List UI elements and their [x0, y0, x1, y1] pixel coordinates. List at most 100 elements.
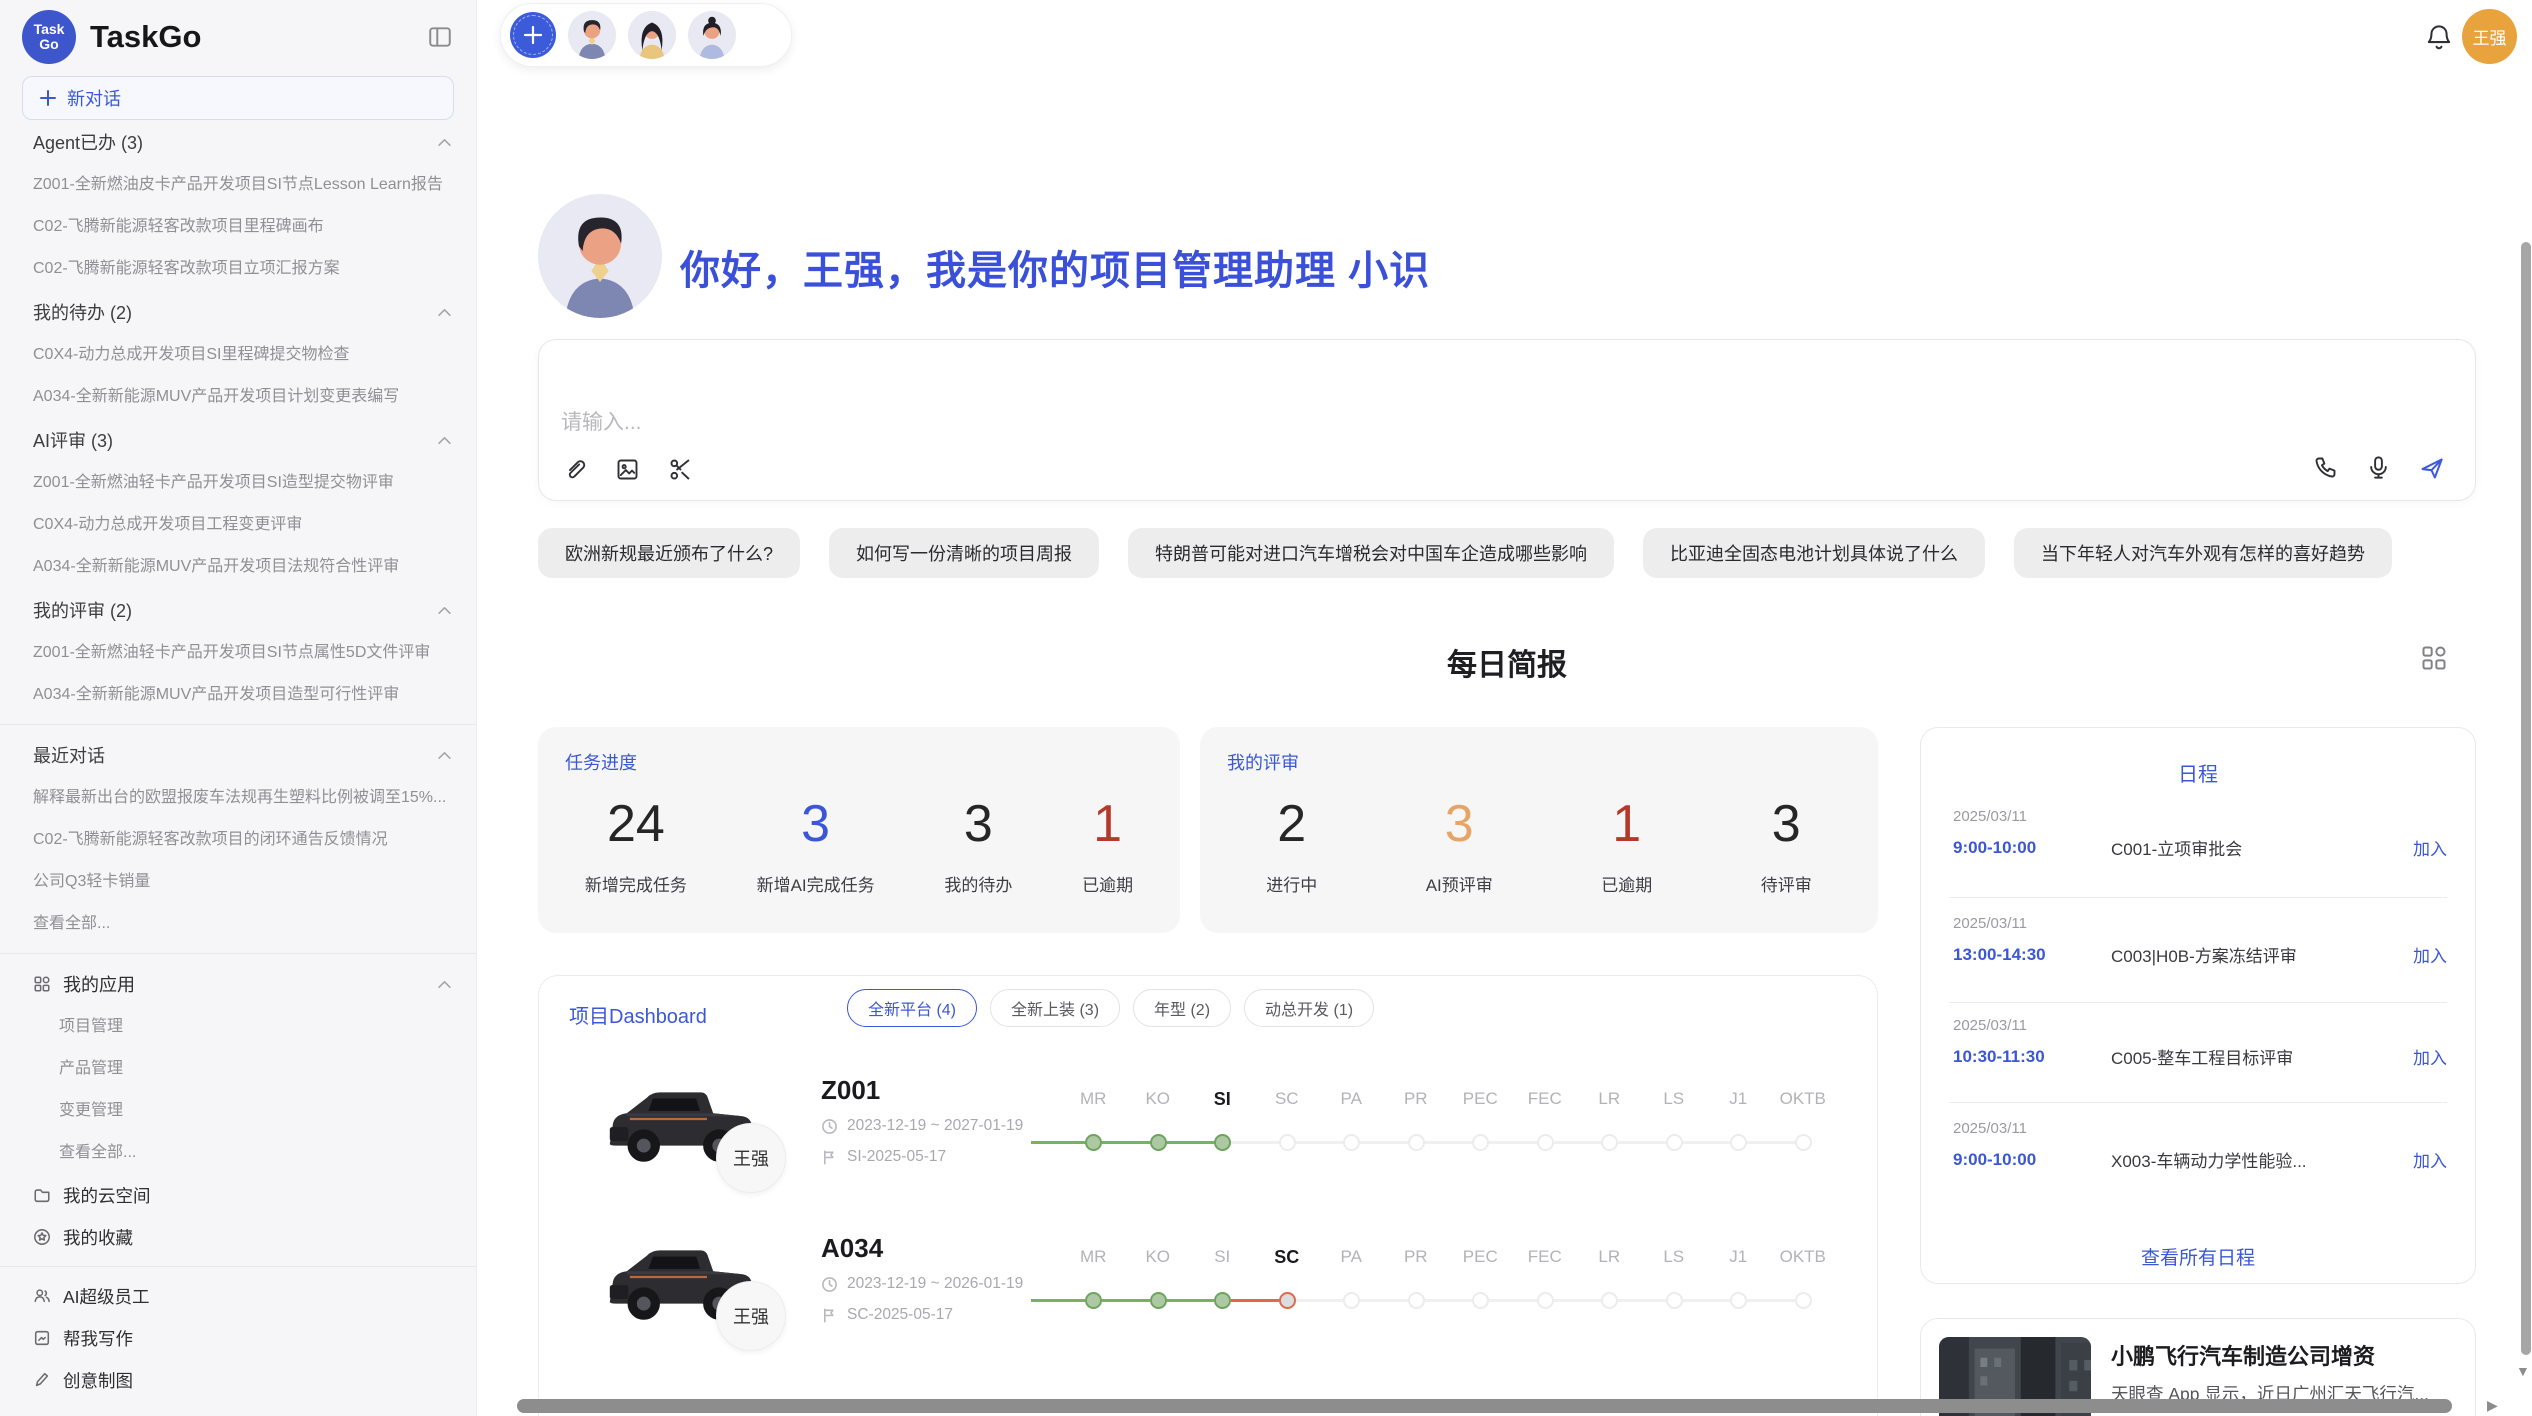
- stat-value: 2: [1277, 793, 1306, 855]
- sidebar-item-product-mgmt[interactable]: 产品管理: [0, 1048, 476, 1090]
- flag-icon: [821, 1149, 838, 1166]
- schedule-entry[interactable]: 2025/03/11 9:00-10:00 X003-车辆动力学性能验... 加…: [1953, 1120, 2447, 1172]
- list-item[interactable]: C02-飞腾新能源轻客改款项目立项汇报方案: [0, 248, 476, 290]
- sidebar-item-creative-drawing[interactable]: 创意制图: [0, 1359, 476, 1401]
- view-all-schedule-link[interactable]: 查看所有日程: [1921, 1243, 2475, 1270]
- milestone-label: FEC: [1513, 1247, 1578, 1268]
- milestone-line: [1747, 1141, 1795, 1144]
- milestone-dot: [1214, 1292, 1231, 1309]
- stat-value: 3: [1445, 793, 1474, 855]
- vertical-scrollbar[interactable]: [2521, 242, 2531, 1355]
- list-item[interactable]: C02-飞腾新能源轻客改款项目里程碑画布: [0, 206, 476, 248]
- join-meeting-link[interactable]: 加入: [2413, 1044, 2447, 1069]
- new-chat-button[interactable]: 新对话: [22, 76, 454, 120]
- project-row[interactable]: 王强 Z001 2023-12-19 ~ 2027-01-19 SI-2025-…: [539, 1067, 1877, 1225]
- suggestion-chip[interactable]: 比亚迪全固态电池计划具体说了什么: [1643, 528, 1985, 578]
- project-row[interactable]: 王强 A034 2023-12-19 ~ 2026-01-19 SC-2025-…: [539, 1225, 1877, 1383]
- schedule-entry[interactable]: 2025/03/11 13:00-14:30 C003|H0B-方案冻结评审 加…: [1953, 915, 2447, 967]
- add-agent-button[interactable]: [510, 12, 556, 58]
- attachment-button[interactable]: [561, 456, 588, 483]
- view-all-link[interactable]: 查看全部...: [0, 1132, 476, 1174]
- join-meeting-link[interactable]: 加入: [2413, 942, 2447, 967]
- scroll-down-arrow-icon[interactable]: ▼: [2516, 1363, 2530, 1379]
- user-avatar[interactable]: 王强: [2462, 9, 2517, 64]
- notification-bell-button[interactable]: [2424, 22, 2456, 56]
- sidebar-item-label: 创意制图: [63, 1368, 133, 1393]
- tab-model-year[interactable]: 年型 (2): [1133, 989, 1231, 1027]
- chat-input[interactable]: [561, 406, 2061, 446]
- list-item[interactable]: C0X4-动力总成开发项目工程变更评审: [0, 504, 476, 546]
- milestone-dot: [1085, 1292, 1102, 1309]
- sidebar-item-ai-super-staff[interactable]: AI超级员工: [0, 1275, 476, 1317]
- join-meeting-link[interactable]: 加入: [2413, 835, 2447, 860]
- section-header-my-review[interactable]: 我的评审 (2): [0, 588, 476, 632]
- section-header-ai-review[interactable]: AI评审 (3): [0, 418, 476, 462]
- briefing-layout-button[interactable]: [2420, 644, 2448, 672]
- agent-avatar-2[interactable]: [628, 11, 676, 59]
- sidebar-collapse-button[interactable]: [424, 21, 456, 53]
- project-code: Z001: [821, 1075, 880, 1106]
- divider: [0, 1266, 476, 1267]
- list-item[interactable]: A034-全新新能源MUV产品开发项目造型可行性评审: [0, 674, 476, 716]
- sidebar-item-label: 我的收藏: [63, 1225, 133, 1250]
- list-item[interactable]: Z001-全新燃油轻卡产品开发项目SI节点属性5D文件评审: [0, 632, 476, 674]
- sidebar-item-my-apps[interactable]: 我的应用: [0, 962, 476, 1006]
- tab-new-body[interactable]: 全新上装 (3): [990, 989, 1120, 1027]
- sidebar-item-favorites[interactable]: 我的收藏: [0, 1216, 476, 1258]
- sidebar-item-label: 帮我写作: [63, 1326, 133, 1351]
- microphone-button[interactable]: [2365, 454, 2392, 481]
- bell-icon: [2424, 22, 2454, 54]
- horizontal-scrollbar[interactable]: [517, 1399, 2452, 1413]
- milestone-dot: [1730, 1292, 1747, 1309]
- voice-call-button[interactable]: [2312, 454, 2339, 481]
- divider: [1949, 1102, 2447, 1103]
- tab-new-platform[interactable]: 全新平台 (4): [847, 989, 977, 1027]
- chevron-up-icon: [437, 138, 452, 147]
- project-date-range: 2023-12-19 ~ 2026-01-19: [821, 1275, 1023, 1293]
- image-icon: [614, 456, 641, 483]
- milestone-dot: [1343, 1134, 1360, 1151]
- agent-avatar-1[interactable]: [568, 11, 616, 59]
- stat-value: 3: [964, 793, 993, 855]
- flag-icon: [821, 1307, 838, 1324]
- screenshot-button[interactable]: [667, 456, 694, 483]
- suggestion-chip[interactable]: 欧洲新规最近颁布了什么?: [538, 528, 800, 578]
- section-header-agent-done[interactable]: Agent已办 (3): [0, 120, 476, 164]
- tab-powertrain-dev[interactable]: 动总开发 (1): [1244, 989, 1374, 1027]
- milestone-dot: [1408, 1134, 1425, 1151]
- composer-attachments: [561, 456, 694, 483]
- schedule-entry[interactable]: 2025/03/11 9:00-10:00 C001-立项审批会 加入: [1953, 808, 2447, 860]
- milestone-dot: [1795, 1134, 1812, 1151]
- image-upload-button[interactable]: [614, 456, 641, 483]
- send-button[interactable]: [2418, 454, 2445, 481]
- section-header-recent-chats[interactable]: 最近对话: [0, 733, 476, 777]
- list-item[interactable]: C02-飞腾新能源轻客改款项目的闭环通告反馈情况: [0, 819, 476, 861]
- suggestion-chip[interactable]: 当下年轻人对汽车外观有怎样的喜好趋势: [2014, 528, 2392, 578]
- list-item[interactable]: C0X4-动力总成开发项目SI里程碑提交物检查: [0, 334, 476, 376]
- agent-switcher-pill: [500, 3, 792, 67]
- join-meeting-link[interactable]: 加入: [2413, 1147, 2447, 1172]
- agent-avatar-3[interactable]: [688, 11, 736, 59]
- section-header-my-todo[interactable]: 我的待办 (2): [0, 290, 476, 334]
- list-item[interactable]: Z001-全新燃油轻卡产品开发项目SI造型提交物评审: [0, 462, 476, 504]
- section-title: Agent已办 (3): [33, 129, 437, 155]
- sidebar-item-project-mgmt[interactable]: 项目管理: [0, 1006, 476, 1048]
- scroll-right-arrow-icon[interactable]: ▶: [2487, 1397, 2498, 1414]
- milestone-dot: [1343, 1292, 1360, 1309]
- suggestion-chip[interactable]: 如何写一份清晰的项目周报: [829, 528, 1099, 578]
- sidebar-item-help-me-write[interactable]: 帮我写作: [0, 1317, 476, 1359]
- list-item[interactable]: A034-全新新能源MUV产品开发项目计划变更表编写: [0, 376, 476, 418]
- suggestion-chip[interactable]: 特朗普可能对进口汽车增税会对中国车企造成哪些影响: [1128, 528, 1614, 578]
- milestone-label: MR: [1061, 1089, 1126, 1110]
- list-item[interactable]: A034-全新新能源MUV产品开发项目法规符合性评审: [0, 546, 476, 588]
- stats-row: 24 新增完成任务 3 新增AI完成任务 3 我的待办 1 已逾期: [538, 785, 1180, 919]
- list-item[interactable]: 解释最新出台的欧盟报废车法规再生塑料比例被调至15%...: [0, 777, 476, 819]
- schedule-entry[interactable]: 2025/03/11 10:30-11:30 C005-整车工程目标评审 加入: [1953, 1017, 2447, 1069]
- list-item[interactable]: Z001-全新燃油皮卡产品开发项目SI节点Lesson Learn报告: [0, 164, 476, 206]
- view-all-link[interactable]: 查看全部...: [0, 903, 476, 945]
- sidebar-item-change-mgmt[interactable]: 变更管理: [0, 1090, 476, 1132]
- milestone-line: [1296, 1299, 1344, 1302]
- sidebar-item-cloud-space[interactable]: 我的云空间: [0, 1174, 476, 1216]
- greeting-title: 你好，王强，我是你的项目管理助理 小识: [680, 238, 1430, 296]
- list-item[interactable]: 公司Q3轻卡销量: [0, 861, 476, 903]
